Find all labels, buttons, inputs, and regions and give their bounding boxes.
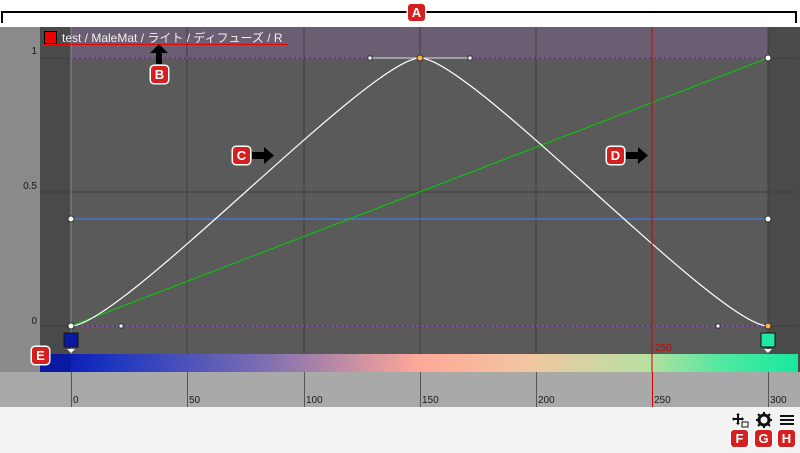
bottom-toolbar xyxy=(0,407,800,453)
flat-key-end[interactable] xyxy=(764,215,772,223)
horizontal-ruler[interactable]: 0 50 100 150 200 250 300 xyxy=(0,372,800,407)
callout-g: G xyxy=(755,430,772,447)
callout-b: B xyxy=(151,66,168,83)
arrow-right-icon xyxy=(252,147,274,164)
x-tick-100: 100 xyxy=(306,395,323,406)
gradient-key-start[interactable] xyxy=(63,332,79,348)
x-tick-150: 150 xyxy=(422,395,439,406)
x-tick-50: 50 xyxy=(189,395,201,406)
callout-e: E xyxy=(32,347,49,364)
track-path-text: test / MaleMat / ライト / ディフューズ / R xyxy=(62,30,283,45)
x-tick-line-150 xyxy=(420,372,421,407)
callout-d: D xyxy=(607,147,624,164)
tangent-handle-end[interactable] xyxy=(715,323,721,329)
x-tick-line-100 xyxy=(304,372,305,407)
sine-key-peak[interactable] xyxy=(416,54,424,62)
x-tick-line-300 xyxy=(768,372,769,407)
arrow-up-icon xyxy=(150,44,168,64)
vertical-ruler: 1 0.5 0 xyxy=(0,27,40,372)
curve-editor[interactable]: 1 0.5 0 250 test / MaleMat / ライト / ディフュー… xyxy=(0,27,800,407)
tangent-handle-left[interactable] xyxy=(367,55,373,61)
y-tick-1: 1 xyxy=(31,46,37,57)
sine-key-end[interactable] xyxy=(764,322,772,330)
x-tick-0: 0 xyxy=(73,395,79,406)
x-tick-line-200 xyxy=(536,372,537,407)
y-tick-0: 0 xyxy=(31,316,37,327)
flat-key-start[interactable] xyxy=(67,215,75,223)
x-tick-line-50 xyxy=(187,372,188,407)
track-color-swatch[interactable] xyxy=(44,30,57,44)
gradient-key-end[interactable] xyxy=(760,332,776,348)
callout-f: F xyxy=(731,430,748,447)
x-tick-line-250 xyxy=(652,372,653,407)
cursor-frame-label: 250 xyxy=(655,343,672,354)
header-bracket xyxy=(1,11,797,23)
x-tick-200: 200 xyxy=(538,395,555,406)
callout-c: C xyxy=(233,147,250,164)
linear-key-end[interactable] xyxy=(764,54,772,62)
gear-icon[interactable] xyxy=(755,412,773,428)
tangent-handle-right[interactable] xyxy=(467,55,473,61)
tangent-handle-start[interactable] xyxy=(118,323,124,329)
menu-icon[interactable] xyxy=(778,412,796,428)
y-tick-0-5: 0.5 xyxy=(23,181,37,192)
x-tick-line-0 xyxy=(71,372,72,407)
x-tick-300: 300 xyxy=(770,395,787,406)
x-tick-250: 250 xyxy=(654,395,671,406)
arrow-right-icon xyxy=(626,147,648,164)
callout-a: A xyxy=(408,4,425,21)
color-gradient-strip[interactable] xyxy=(40,354,798,372)
track-title: test / MaleMat / ライト / ディフューズ / R xyxy=(44,29,283,45)
top-header: A xyxy=(0,0,800,27)
move-fit-icon[interactable] xyxy=(731,412,749,428)
callout-h: H xyxy=(778,430,795,447)
sine-key-start[interactable] xyxy=(67,322,75,330)
